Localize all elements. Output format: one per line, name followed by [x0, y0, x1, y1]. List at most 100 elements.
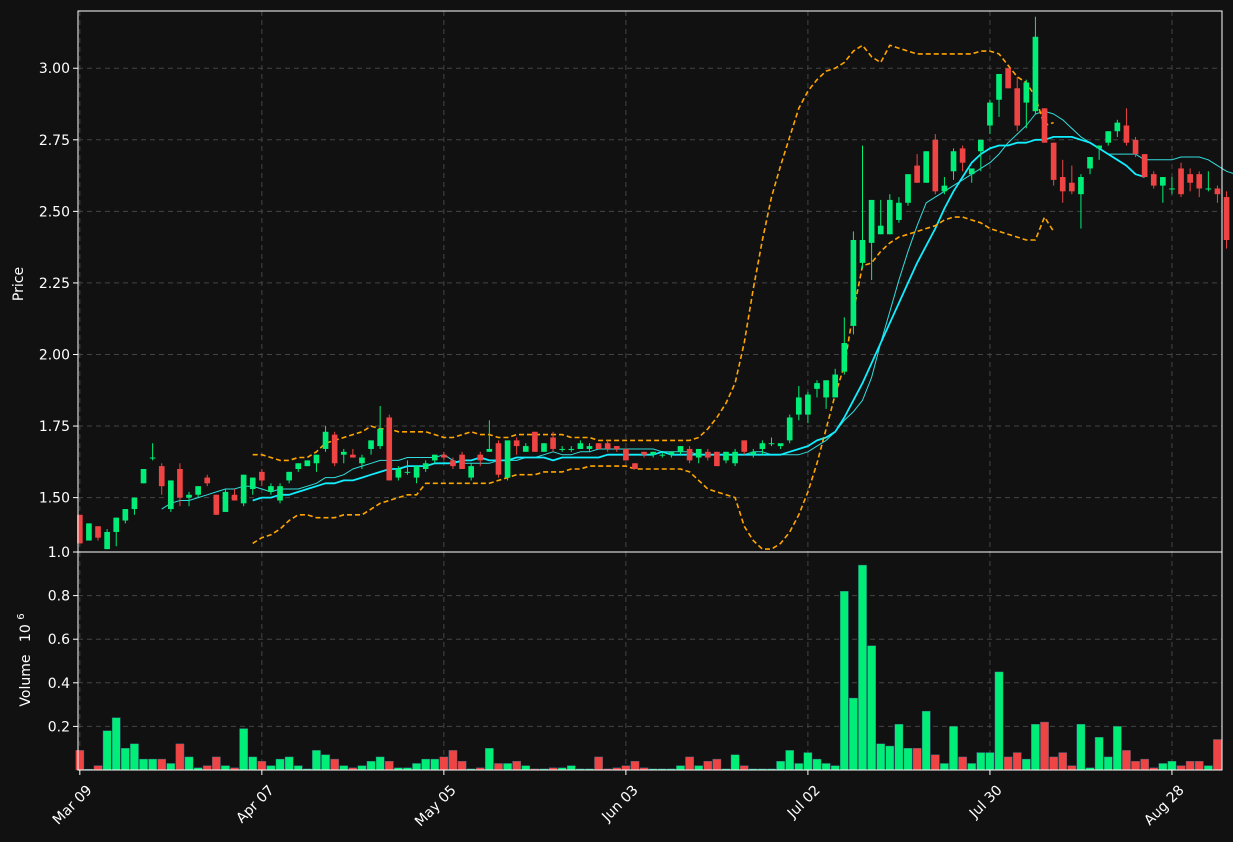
candle-body — [222, 491, 229, 512]
volume-axis-exponent-base: 10 — [18, 624, 34, 642]
volume-bar — [1140, 758, 1149, 771]
candle-body — [504, 440, 511, 478]
volume-bar — [375, 756, 385, 771]
volume-bar — [430, 758, 440, 771]
volume-panel: 0.2 0.4 0.6 0.8 1.0 Volume 10 6 — [16, 545, 1223, 771]
candle-body — [149, 457, 156, 459]
volume-bar — [166, 763, 176, 771]
volume-bar — [248, 756, 258, 771]
candle-body — [950, 151, 957, 172]
candle-body — [277, 486, 283, 501]
volume-bar — [93, 765, 103, 771]
volume-bar — [184, 756, 194, 771]
candle-body — [650, 451, 657, 455]
volume-bar — [931, 754, 940, 771]
volume-bar — [448, 750, 458, 771]
volume-bar — [867, 645, 876, 771]
volume-bar — [1158, 763, 1168, 771]
candle-body — [823, 380, 829, 398]
candle-body — [522, 446, 529, 452]
candle-body — [941, 185, 948, 192]
candle-body — [541, 443, 547, 452]
volume-bar — [785, 750, 794, 771]
volume-bar — [439, 756, 449, 771]
volume-bar — [1194, 761, 1204, 771]
volume-axis-exponent-power: 6 — [16, 613, 27, 619]
volume-bar — [694, 765, 703, 771]
volume-bar — [1003, 756, 1013, 771]
candle-body — [477, 454, 484, 461]
volume-bar — [1185, 761, 1195, 771]
candle-body — [704, 451, 711, 458]
volume-bar — [457, 761, 467, 771]
volume-bar — [512, 761, 521, 771]
candle-body — [131, 497, 138, 510]
price-grid — [78, 11, 1222, 552]
price-panel: 1.50 1.75 2.00 2.25 2.50 2.75 3.00 Price — [11, 10, 1233, 553]
volume-bar — [1213, 739, 1222, 771]
volume-y-tick-label: 0.4 — [48, 676, 70, 692]
volume-bar — [384, 761, 394, 771]
volume-bar — [876, 743, 886, 771]
volume-bar — [885, 745, 895, 771]
candle-body — [732, 451, 738, 464]
volume-bar — [1131, 761, 1140, 771]
volume-bar — [175, 743, 185, 771]
candle-body — [532, 431, 538, 452]
candle-body — [623, 448, 629, 461]
volume-bar — [239, 728, 248, 771]
volume-bar — [139, 758, 148, 771]
volume-axis-label-group: Volume 10 6 — [16, 613, 34, 706]
candle-body — [240, 474, 247, 504]
candle-body — [886, 199, 893, 235]
volume-bar — [1103, 756, 1113, 771]
candle-body — [1041, 108, 1048, 143]
candle-body — [168, 480, 174, 510]
candle-body — [1132, 139, 1139, 155]
bollinger-upper-line — [252, 44, 1054, 462]
volume-bar — [266, 765, 276, 771]
volume-bar — [121, 748, 130, 771]
volume-bar — [739, 765, 749, 771]
volume-bar — [976, 752, 986, 771]
x-ticks: Mar 09 Apr 07 May 05 Jun 03 Jul 02 Jul 30 Aug … — [50, 770, 1188, 830]
volume-bar — [958, 756, 967, 771]
volume-bar — [830, 765, 840, 771]
volume-bar — [730, 754, 740, 771]
candle-body — [1023, 82, 1030, 103]
price-y-tick-label: 2.00 — [39, 347, 70, 363]
volume-bar — [312, 750, 321, 771]
volume-bar — [339, 765, 349, 771]
candle-body — [1223, 197, 1230, 240]
candle-body — [832, 374, 839, 398]
price-y-tick-label: 2.75 — [39, 133, 70, 149]
candle-body — [513, 440, 520, 447]
volume-bar — [293, 765, 303, 771]
volume-bar — [1058, 752, 1068, 771]
volume-bar — [1176, 765, 1186, 771]
candle-body — [550, 437, 556, 449]
volume-bar — [858, 564, 867, 771]
candle-body — [441, 454, 447, 458]
volume-bar — [812, 758, 822, 771]
candle-body — [768, 443, 775, 445]
volume-bar — [703, 761, 713, 771]
volume-bar — [840, 591, 849, 771]
candle-body — [632, 463, 638, 469]
volume-bar — [566, 765, 576, 771]
candle-body — [914, 165, 920, 183]
volume-y-tick-label: 1.0 — [48, 545, 70, 561]
stock-chart: 1.501.752.002.252.502.753.00 Price 0.20.… — [11, 10, 1233, 830]
volume-bar — [676, 765, 685, 771]
volume-bar — [985, 752, 995, 771]
price-y-tick-label: 1.50 — [39, 491, 70, 507]
x-tick-label: Mar 09 — [50, 782, 96, 828]
candle-body — [295, 463, 302, 469]
candle-body — [723, 451, 729, 461]
candle-body — [777, 443, 784, 447]
volume-bar — [1167, 761, 1177, 771]
candle-body — [877, 225, 884, 235]
candle-body — [805, 394, 811, 415]
candle-body — [386, 417, 393, 481]
candle-body — [122, 509, 129, 521]
